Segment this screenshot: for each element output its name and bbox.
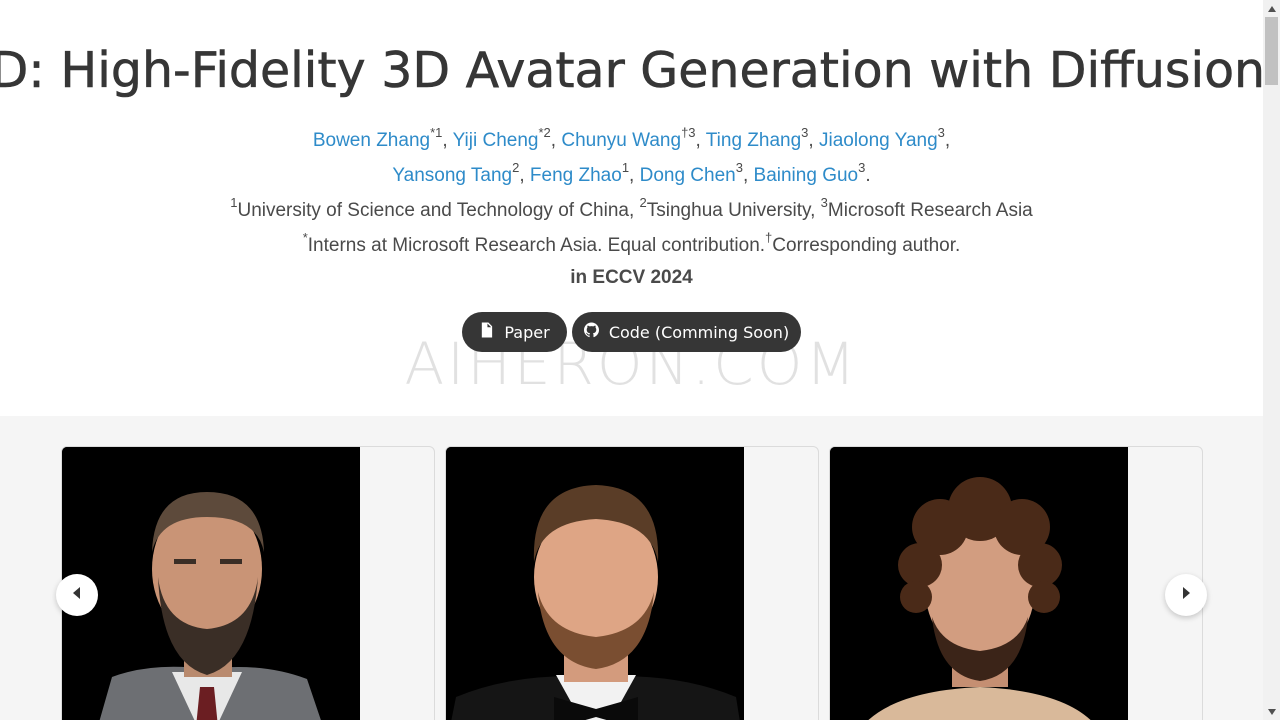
carousel-card[interactable] [61,446,435,720]
author-sup: 3 [937,125,945,140]
author-sup: 3 [801,125,809,140]
author-link[interactable]: Dong Chen [640,165,736,186]
affiliation-msra: Microsoft Research Asia [827,200,1033,221]
affil-sup: 3 [820,195,828,210]
author-sup: 1 [621,160,630,175]
author-sup: *2 [538,125,551,140]
curly-hair-man-icon [830,447,1128,720]
author-link[interactable]: Baining Guo [754,165,859,186]
vertical-scrollbar[interactable] [1263,0,1280,720]
code-button-label: Code (Comming Soon) [608,322,790,342]
author-link[interactable]: Jiaolong Yang [819,130,938,151]
carousel-card[interactable] [829,446,1203,720]
avatar-image-2 [446,447,744,720]
venue: in ECCV 2024 [570,267,693,288]
carousel-next-button[interactable] [1165,574,1207,616]
bearded-man-icon [62,447,360,720]
author-link[interactable]: Ting Zhang [706,130,801,151]
avatar-carousel [0,416,1263,720]
authors-line-2: Yansong Tang2, Feng Zhao1, Dong Chen3, B… [392,160,871,186]
scroll-thumb[interactable] [1265,17,1278,85]
scroll-down-arrow[interactable] [1263,703,1280,720]
carousel-card[interactable] [445,446,819,720]
affil-sup: 2 [639,195,647,210]
paper-button-label: Paper [504,322,550,342]
author-link[interactable]: Yiji Cheng [453,130,539,151]
author-link[interactable]: Feng Zhao [530,165,622,186]
code-button[interactable]: Code (Comming Soon) [572,312,801,352]
affiliation-tsinghua: Tsinghua University, [646,200,821,221]
pdf-icon [479,322,494,342]
author-link[interactable]: Bowen Zhang [313,130,430,151]
authors-line-1: Bowen Zhang*1, Yiji Cheng*2, Chunyu Wang… [312,125,951,151]
tuxedo-man-icon [446,447,744,720]
author-link[interactable]: Chunyu Wang [561,130,681,151]
author-sup: 3 [858,160,866,175]
note-star: * [302,230,308,245]
author-link[interactable]: Yansong Tang [392,165,512,186]
affiliation-ustc: University of Science and Technology of … [237,200,640,221]
github-icon [583,322,599,342]
note-dagger: † [765,230,773,245]
carousel-prev-button[interactable] [56,574,98,616]
hero-section: inHD: High-Fidelity 3D Avatar Generation… [0,0,1263,416]
avatar-image-3 [830,447,1128,720]
avatar-image-1 [62,447,360,720]
note-equal: Interns at Microsoft Research Asia. Equa… [307,235,766,256]
page-title: inHD: High-Fidelity 3D Avatar Generation… [0,42,1263,100]
affiliations: 1University of Science and Technology of… [0,195,1263,222]
paper-button[interactable]: Paper [462,312,567,352]
author-sup: *1 [430,125,443,140]
caret-left-icon [70,586,84,605]
author-sup: 3 [735,160,743,175]
author-sup: †3 [681,125,696,140]
triangle-down-icon [1267,708,1276,715]
contribution-note: *Interns at Microsoft Research Asia. Equ… [0,230,1263,257]
caret-right-icon [1179,586,1193,605]
note-corresponding: Corresponding author. [772,235,961,256]
scroll-up-arrow[interactable] [1263,0,1280,17]
triangle-up-icon [1267,5,1276,12]
author-sup: 2 [512,160,520,175]
affil-sup: 1 [230,195,238,210]
